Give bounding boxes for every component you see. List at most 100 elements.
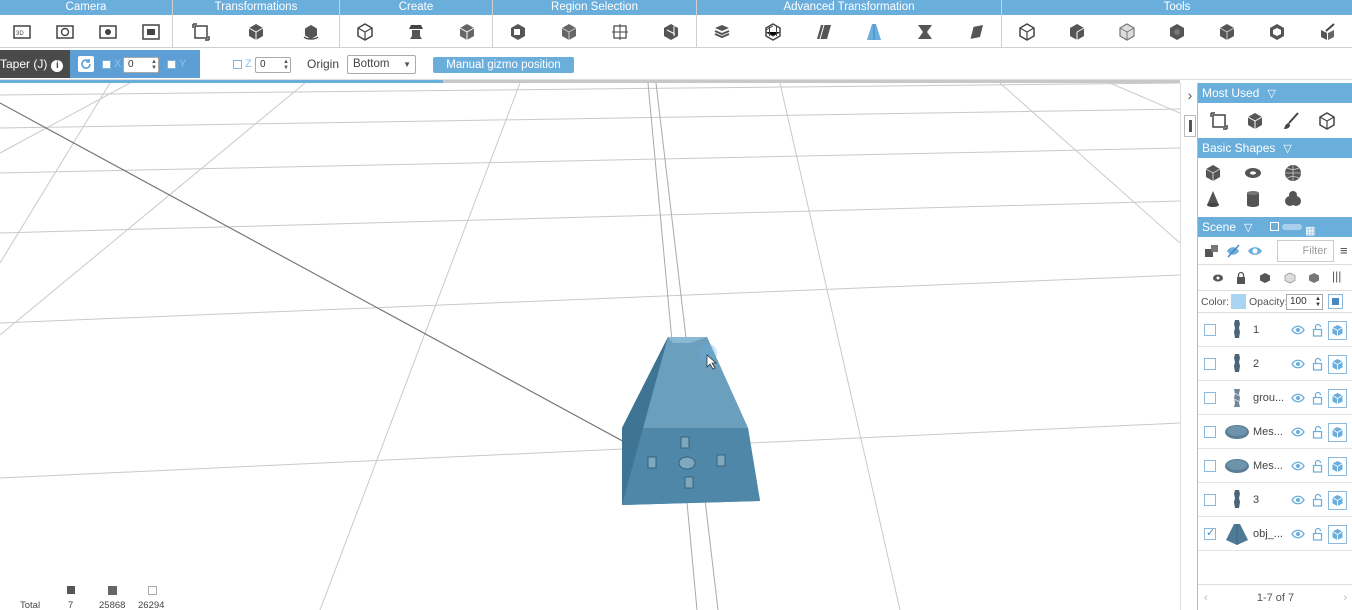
row-select-checkbox[interactable]	[1204, 392, 1216, 404]
region-grid-icon[interactable]	[660, 21, 682, 43]
row-select-checkbox[interactable]	[1204, 426, 1216, 438]
tool-solid-icon[interactable]	[1066, 21, 1088, 43]
x-axis-checkbox[interactable]	[102, 60, 111, 69]
shear-icon[interactable]	[813, 21, 835, 43]
lattice-icon[interactable]	[762, 21, 784, 43]
origin-select[interactable]: Bottom ▼	[347, 55, 416, 74]
scroll-handle[interactable]	[1184, 115, 1196, 137]
3d-viewport[interactable]	[0, 83, 1180, 610]
unlock-icon[interactable]	[1312, 459, 1324, 473]
view-toggle-icon[interactable]	[1270, 222, 1279, 231]
z-value-input[interactable]: 0 ▲ ▼	[255, 57, 291, 73]
row-select-checkbox[interactable]	[1204, 324, 1216, 336]
eye-icon[interactable]	[1291, 459, 1305, 473]
twist-icon[interactable]	[914, 21, 936, 43]
scale-icon[interactable]	[245, 21, 267, 43]
unlock-icon[interactable]	[1312, 323, 1324, 337]
unlock-icon[interactable]	[1312, 357, 1324, 371]
scale-icon[interactable]	[1244, 110, 1266, 132]
torus-shape-icon[interactable]	[1241, 160, 1265, 186]
filter-menu-icon[interactable]: ≡	[1340, 243, 1348, 258]
x-value-input[interactable]: 0 ▲ ▼	[123, 57, 159, 73]
scene-row[interactable]: obj_...	[1198, 517, 1352, 551]
eye-icon[interactable]	[1291, 425, 1305, 439]
scene-filter-input[interactable]: Filter	[1277, 240, 1334, 262]
y-axis-checkbox[interactable]	[167, 60, 176, 69]
render-mode-button[interactable]	[1328, 525, 1347, 544]
stack-icon[interactable]	[711, 21, 733, 43]
blob-shape-icon[interactable]	[1281, 186, 1305, 212]
tapered-object[interactable]	[622, 337, 760, 505]
row-select-checkbox[interactable]	[1204, 526, 1216, 540]
row-select-checkbox[interactable]	[1204, 494, 1216, 506]
transform-icon[interactable]	[190, 21, 212, 43]
show-all-icon[interactable]	[1247, 244, 1263, 258]
scene-row[interactable]: 3	[1198, 483, 1352, 517]
chevron-right-icon[interactable]: ›	[1183, 85, 1197, 105]
region-select-icon[interactable]	[507, 21, 529, 43]
cylinder-shape-icon[interactable]	[1241, 186, 1265, 212]
create-box-icon[interactable]	[354, 21, 376, 43]
columns-icon[interactable]: |||	[1332, 269, 1341, 283]
viewport-canvas[interactable]	[0, 83, 1180, 610]
manual-gizmo-position-button[interactable]: Manual gizmo position	[433, 57, 574, 73]
opacity-input[interactable]: 100 ▲ ▼	[1286, 294, 1323, 310]
tool-hollow-icon[interactable]	[1266, 21, 1288, 43]
most-used-header[interactable]: Most Used ▽	[1198, 83, 1352, 103]
rotate-object-icon[interactable]	[300, 21, 322, 43]
bend-icon[interactable]	[965, 21, 987, 43]
render-mode-button[interactable]	[1328, 491, 1347, 510]
create-cube-icon[interactable]	[456, 21, 478, 43]
objects-mode-icon[interactable]	[1204, 244, 1220, 258]
spinner-icon[interactable]: ▲ ▼	[1315, 296, 1321, 308]
transform-icon[interactable]	[1208, 110, 1230, 132]
eye-icon[interactable]	[1291, 391, 1305, 405]
row-select-checkbox[interactable]	[1204, 358, 1216, 370]
render-mode-button[interactable]	[1328, 457, 1347, 476]
tool-repair-icon[interactable]	[1316, 21, 1338, 43]
hide-all-icon[interactable]	[1225, 243, 1241, 259]
eye-icon[interactable]	[1291, 357, 1305, 371]
render-mode-button[interactable]	[1328, 389, 1347, 408]
render-mode-button[interactable]	[1328, 355, 1347, 374]
tool-box-icon[interactable]	[1016, 21, 1038, 43]
unlock-icon[interactable]	[1312, 527, 1324, 541]
lock-column-icon[interactable]	[1236, 271, 1246, 285]
unlock-icon[interactable]	[1312, 425, 1324, 439]
create-box-icon[interactable]	[1316, 110, 1338, 132]
region-bbox-icon[interactable]	[609, 21, 631, 43]
view-slider[interactable]	[1282, 224, 1302, 230]
eye-icon[interactable]	[1291, 493, 1305, 507]
cube-shape-icon[interactable]	[1201, 160, 1225, 186]
row-select-checkbox[interactable]	[1204, 460, 1216, 472]
camera-rotate-icon[interactable]	[54, 21, 76, 43]
scene-row[interactable]: 2	[1198, 347, 1352, 381]
wire-column-icon[interactable]	[1284, 272, 1296, 284]
create-extrude-icon[interactable]	[405, 21, 427, 43]
camera-reset-icon[interactable]: 3D	[11, 21, 33, 43]
solid-column-icon[interactable]	[1259, 272, 1271, 284]
scene-row[interactable]: Mes...	[1198, 415, 1352, 449]
info-icon[interactable]: i	[51, 60, 64, 72]
spinner-icon[interactable]: ▲ ▼	[283, 59, 289, 71]
chevron-right-icon[interactable]: ›	[1343, 585, 1347, 610]
unlock-icon[interactable]	[1312, 493, 1324, 507]
tool-cube-icon[interactable]	[1216, 21, 1238, 43]
reset-button[interactable]	[78, 56, 94, 72]
scene-row[interactable]: grou...	[1198, 381, 1352, 415]
eye-icon[interactable]	[1291, 527, 1305, 541]
render-mode-button[interactable]	[1328, 321, 1347, 340]
spinner-icon[interactable]: ▲ ▼	[151, 59, 157, 71]
scene-header[interactable]: Scene ▽ ▦	[1198, 217, 1352, 237]
cone-shape-icon[interactable]	[1201, 186, 1225, 212]
render-mode-button[interactable]	[1328, 423, 1347, 442]
region-cube-icon[interactable]	[558, 21, 580, 43]
scene-row[interactable]: 1	[1198, 313, 1352, 347]
apply-color-button[interactable]	[1328, 294, 1343, 309]
z-axis-checkbox[interactable]	[233, 60, 242, 69]
scene-row[interactable]: Mes...	[1198, 449, 1352, 483]
sphere-shape-icon[interactable]	[1281, 160, 1305, 186]
taper-icon[interactable]	[863, 21, 885, 43]
shaded-column-icon[interactable]	[1308, 272, 1320, 284]
unlock-icon[interactable]	[1312, 391, 1324, 405]
